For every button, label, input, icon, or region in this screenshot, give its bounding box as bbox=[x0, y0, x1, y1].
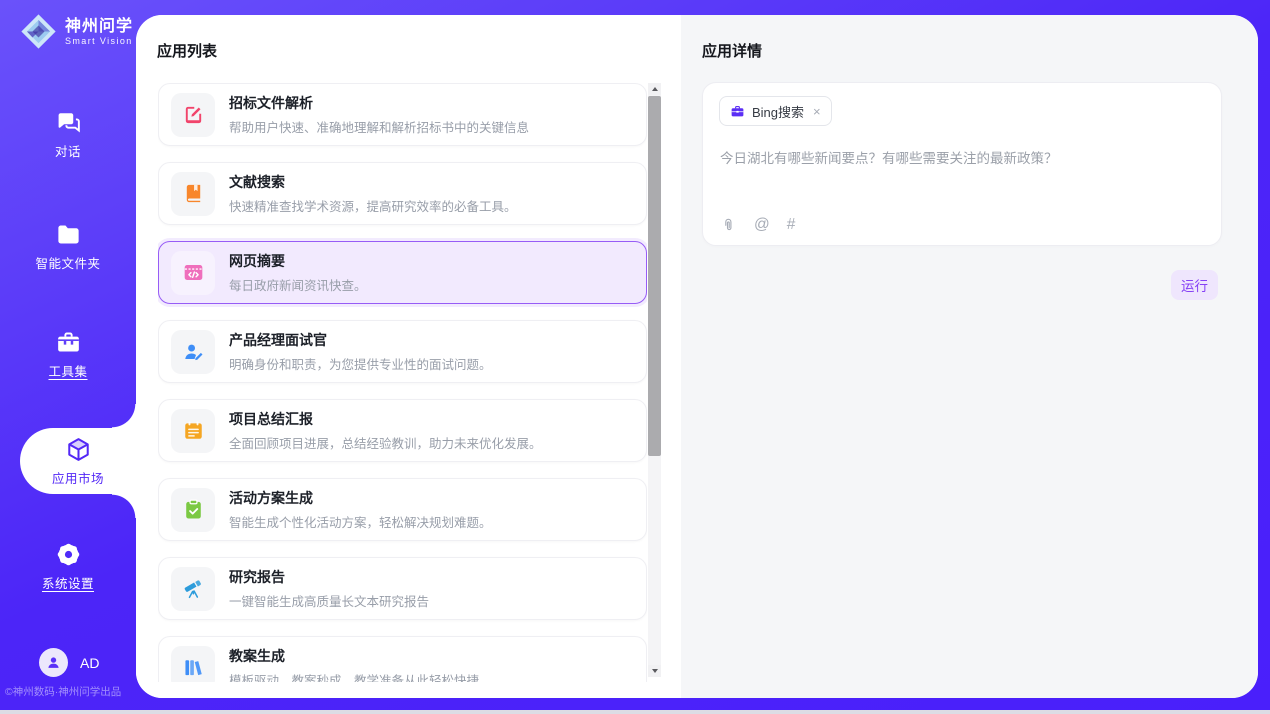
app-icon-tile bbox=[171, 646, 215, 683]
app-card-texts: 教案生成 模板驱动，教案秒成，教学准备从此轻松快捷 bbox=[229, 646, 479, 682]
app-title: 项目总结汇报 bbox=[229, 409, 542, 429]
app-detail-title: 应用详情 bbox=[702, 40, 762, 61]
sidebar-item-label: 工具集 bbox=[48, 361, 87, 380]
app-icon bbox=[182, 577, 205, 600]
sidebar-item-icon bbox=[65, 436, 92, 463]
sidebar-item-icon bbox=[55, 329, 82, 356]
sidebar-item[interactable]: 智能文件夹 bbox=[0, 220, 136, 272]
app-icon bbox=[182, 419, 205, 442]
scroll-up-button[interactable] bbox=[648, 83, 661, 95]
app-icon-tile bbox=[171, 330, 215, 374]
sidebar-item-icon bbox=[55, 221, 82, 248]
sidebar-nav: 对话 智能文件夹 工具集 应用市场 系统设置 bbox=[0, 0, 136, 710]
topic-hash-icon[interactable]: # bbox=[787, 216, 796, 234]
scroll-down-button[interactable] bbox=[648, 665, 661, 677]
app-card-list: 招标文件解析 帮助用户快速、准确地理解和解析招标书中的关键信息 文献搜索 快速精… bbox=[158, 83, 647, 682]
app-icon bbox=[182, 182, 205, 205]
main-container: 应用列表 招标文件解析 帮助用户快速、准确地理解和解析招标书中的关键信息 文献搜… bbox=[136, 15, 1258, 698]
tool-tag-bing-search[interactable]: Bing搜索 × bbox=[719, 96, 832, 126]
sidebar-item-icon bbox=[55, 109, 82, 136]
app-card-texts: 文献搜索 快速精准查找学术资源，提高研究效率的必备工具。 bbox=[229, 172, 517, 215]
app-description: 模板驱动，教案秒成，教学准备从此轻松快捷 bbox=[229, 670, 479, 682]
tool-tag-close-icon[interactable]: × bbox=[811, 105, 821, 118]
person-icon bbox=[45, 654, 62, 671]
app-card[interactable]: 研究报告 一键智能生成高质量长文本研究报告 bbox=[158, 557, 647, 620]
app-icon bbox=[182, 340, 205, 363]
app-title: 招标文件解析 bbox=[229, 93, 529, 113]
app-card-texts: 招标文件解析 帮助用户快速、准确地理解和解析招标书中的关键信息 bbox=[229, 93, 529, 136]
app-title: 教案生成 bbox=[229, 646, 479, 666]
attach-paperclip-icon[interactable] bbox=[720, 217, 737, 234]
app-title: 研究报告 bbox=[229, 567, 429, 587]
app-description: 明确身份和职责，为您提供专业性的面试问题。 bbox=[229, 354, 492, 373]
app-description: 一键智能生成高质量长文本研究报告 bbox=[229, 591, 429, 610]
sidebar-item-label: 智能文件夹 bbox=[35, 253, 100, 272]
app-icon-tile bbox=[171, 93, 215, 137]
app-icon-tile bbox=[171, 567, 215, 611]
app-title: 文献搜索 bbox=[229, 172, 517, 192]
app-icon-tile bbox=[171, 488, 215, 532]
list-scrollbar[interactable] bbox=[648, 83, 661, 677]
briefcase-icon bbox=[730, 104, 745, 119]
sidebar-item[interactable]: 系统设置 bbox=[0, 540, 136, 592]
app-description: 全面回顾项目进展，总结经验教训，助力未来优化发展。 bbox=[229, 433, 542, 452]
prompt-card: Bing搜索 × 今日湖北有哪些新闻要点？有哪些需要关注的最新政策？ @ # bbox=[702, 82, 1222, 246]
app-card-texts: 研究报告 一键智能生成高质量长文本研究报告 bbox=[229, 567, 429, 610]
app-card[interactable]: 网页摘要 每日政府新闻资讯快查。 bbox=[158, 241, 647, 304]
app-icon-tile bbox=[171, 251, 215, 295]
app-icon-tile bbox=[171, 172, 215, 216]
app-card-texts: 产品经理面试官 明确身份和职责，为您提供专业性的面试问题。 bbox=[229, 330, 492, 373]
app-card[interactable]: 招标文件解析 帮助用户快速、准确地理解和解析招标书中的关键信息 bbox=[158, 83, 647, 146]
app-title: 网页摘要 bbox=[229, 251, 367, 271]
app-card-texts: 项目总结汇报 全面回顾项目进展，总结经验教训，助力未来优化发展。 bbox=[229, 409, 542, 452]
paperclip-icon bbox=[720, 217, 737, 234]
app-card[interactable]: 项目总结汇报 全面回顾项目进展，总结经验教训，助力未来优化发展。 bbox=[158, 399, 647, 462]
app-list-title: 应用列表 bbox=[157, 40, 217, 61]
app-title: 产品经理面试官 bbox=[229, 330, 492, 350]
app-description: 帮助用户快速、准确地理解和解析招标书中的关键信息 bbox=[229, 117, 529, 136]
app-list-panel: 应用列表 招标文件解析 帮助用户快速、准确地理解和解析招标书中的关键信息 文献搜… bbox=[136, 15, 681, 698]
app-card[interactable]: 教案生成 模板驱动，教案秒成，教学准备从此轻松快捷 bbox=[158, 636, 647, 682]
app-card-texts: 网页摘要 每日政府新闻资讯快查。 bbox=[229, 251, 367, 294]
sidebar-item[interactable]: 应用市场 bbox=[20, 428, 136, 494]
app-card[interactable]: 活动方案生成 智能生成个性化活动方案，轻松解决规划难题。 bbox=[158, 478, 647, 541]
app-description: 快速精准查找学术资源，提高研究效率的必备工具。 bbox=[229, 196, 517, 215]
app-icon bbox=[182, 498, 205, 521]
app-icon bbox=[182, 261, 205, 284]
run-button[interactable]: 运行 bbox=[1171, 270, 1218, 300]
app-icon-tile bbox=[171, 409, 215, 453]
app-icon bbox=[182, 656, 205, 679]
user-name: AD bbox=[80, 655, 99, 671]
app-description: 智能生成个性化活动方案，轻松解决规划难题。 bbox=[229, 512, 492, 531]
app-icon bbox=[182, 103, 205, 126]
app-title: 活动方案生成 bbox=[229, 488, 492, 508]
app-detail-panel: 应用详情 Bing搜索 × 今日湖北有哪些新闻要点？有哪些需要关注的最新政策？ … bbox=[681, 15, 1258, 698]
scroll-down-icon bbox=[652, 669, 658, 673]
sidebar-item-label: 应用市场 bbox=[52, 468, 104, 487]
sidebar-item-label: 对话 bbox=[55, 141, 81, 160]
app-description: 每日政府新闻资讯快查。 bbox=[229, 275, 367, 294]
prompt-toolbar: @ # bbox=[720, 216, 795, 234]
tool-tag-label: Bing搜索 bbox=[752, 102, 804, 121]
sidebar-item[interactable]: 对话 bbox=[0, 108, 136, 160]
scrollbar-thumb[interactable] bbox=[648, 96, 661, 456]
copyright-text: ©神州数码·神州问学出品 bbox=[5, 684, 135, 699]
app-card[interactable]: 文献搜索 快速精准查找学术资源，提高研究效率的必备工具。 bbox=[158, 162, 647, 225]
sidebar-item-icon bbox=[55, 541, 82, 568]
avatar bbox=[39, 648, 68, 677]
sidebar: 神州问学 Smart Vision 对话 智能文件夹 工具集 应用市场 系统设置… bbox=[0, 0, 136, 710]
app-card[interactable]: 产品经理面试官 明确身份和职责，为您提供专业性的面试问题。 bbox=[158, 320, 647, 383]
scroll-up-icon bbox=[652, 87, 658, 91]
window-bottom-edge bbox=[0, 710, 1270, 714]
user-chip[interactable]: AD bbox=[39, 648, 99, 677]
mention-icon[interactable]: @ bbox=[754, 216, 770, 234]
sidebar-item[interactable]: 工具集 bbox=[0, 328, 136, 380]
sidebar-item-label: 系统设置 bbox=[42, 573, 94, 592]
prompt-input[interactable]: 今日湖北有哪些新闻要点？有哪些需要关注的最新政策？ bbox=[720, 149, 1205, 168]
app-card-texts: 活动方案生成 智能生成个性化活动方案，轻松解决规划难题。 bbox=[229, 488, 492, 531]
